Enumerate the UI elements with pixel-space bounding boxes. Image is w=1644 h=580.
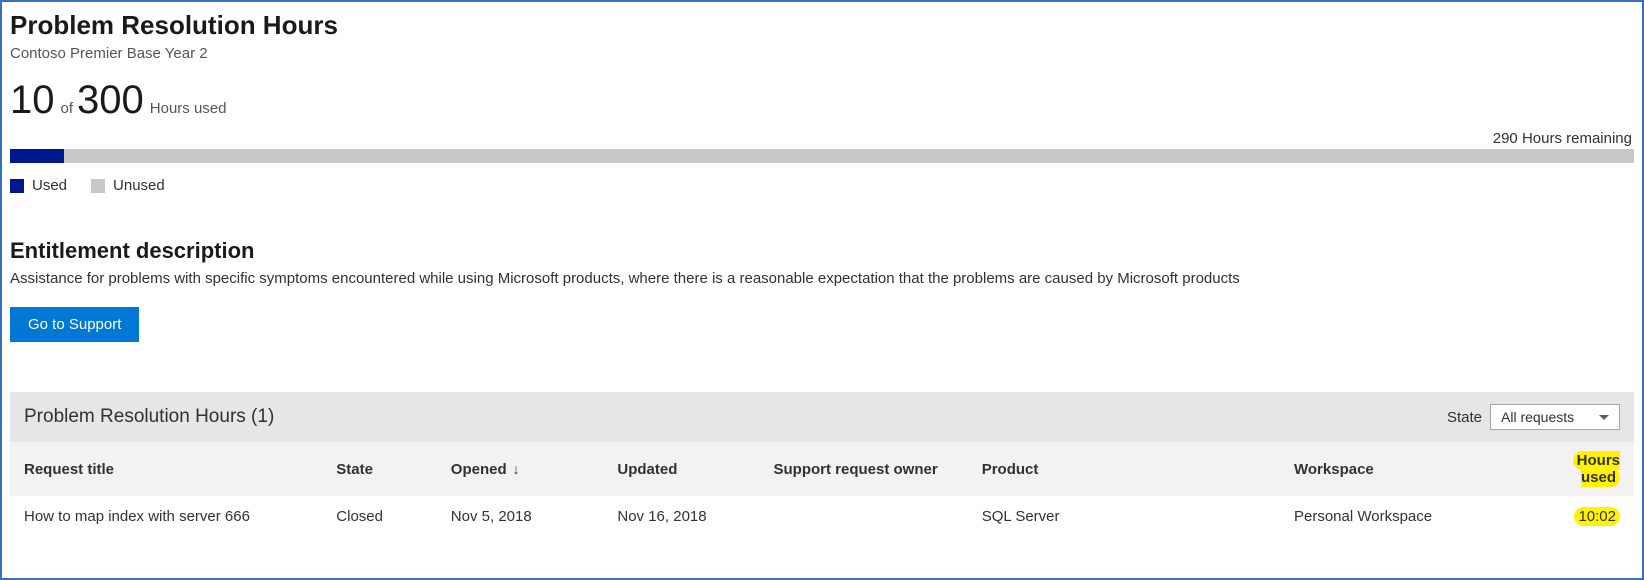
col-opened[interactable]: Opened ↓ xyxy=(437,442,604,496)
cell-hours-used-value: 10:02 xyxy=(1574,507,1620,526)
state-filter-dropdown[interactable]: All requests xyxy=(1490,404,1620,430)
col-hours-used[interactable]: Hours used xyxy=(1530,442,1634,496)
col-updated[interactable]: Updated xyxy=(603,442,759,496)
page-frame: Problem Resolution Hours Contoso Premier… xyxy=(0,0,1644,580)
cell-state: Closed xyxy=(322,496,437,537)
col-opened-label: Opened xyxy=(451,461,507,478)
col-state[interactable]: State xyxy=(322,442,437,496)
requests-table: Request title State Opened ↓ Updated Supp… xyxy=(10,442,1634,537)
hours-used-value: 10 xyxy=(10,80,55,120)
page-title: Problem Resolution Hours xyxy=(10,10,1634,41)
col-product[interactable]: Product xyxy=(968,442,1280,496)
cell-hours-used: 10:02 xyxy=(1530,496,1634,537)
usage-progress-bar xyxy=(10,149,1634,163)
hours-used-suffix: Hours used xyxy=(150,100,227,117)
swatch-used-icon xyxy=(10,179,24,193)
requests-panel-header: Problem Resolution Hours (1) State All r… xyxy=(10,392,1634,442)
table-header-row: Request title State Opened ↓ Updated Supp… xyxy=(10,442,1634,496)
state-filter: State All requests xyxy=(1447,404,1620,430)
col-workspace[interactable]: Workspace xyxy=(1280,442,1530,496)
legend-used-label: Used xyxy=(32,177,67,194)
cell-workspace: Personal Workspace xyxy=(1280,496,1530,537)
state-filter-label: State xyxy=(1447,409,1482,426)
cell-updated: Nov 16, 2018 xyxy=(603,496,759,537)
cell-owner xyxy=(760,496,968,537)
requests-panel-title: Problem Resolution Hours (1) xyxy=(24,406,274,428)
legend-unused-label: Unused xyxy=(113,177,165,194)
requests-panel: Problem Resolution Hours (1) State All r… xyxy=(10,392,1634,537)
cell-request-title: How to map index with server 666 xyxy=(10,496,322,537)
entitlement-heading: Entitlement description xyxy=(10,238,1634,264)
cell-opened: Nov 5, 2018 xyxy=(437,496,604,537)
hours-remaining: 290 Hours remaining xyxy=(10,130,1634,147)
swatch-unused-icon xyxy=(91,179,105,193)
usage-progress-used xyxy=(10,149,64,163)
legend-used: Used xyxy=(10,177,67,194)
col-hours-used-label: Hours used xyxy=(1573,451,1620,487)
cell-product: SQL Server xyxy=(968,496,1280,537)
state-filter-value: All requests xyxy=(1501,409,1574,425)
sort-descending-icon: ↓ xyxy=(513,461,520,477)
hours-total-value: 300 xyxy=(77,80,144,120)
go-to-support-button[interactable]: Go to Support xyxy=(10,307,139,342)
hours-of-label: of xyxy=(61,100,74,117)
page-subtitle: Contoso Premier Base Year 2 xyxy=(10,45,1634,62)
col-owner[interactable]: Support request owner xyxy=(760,442,968,496)
chevron-down-icon xyxy=(1599,415,1609,420)
legend-unused: Unused xyxy=(91,177,165,194)
hours-used-summary: 10 of 300 Hours used xyxy=(10,80,1634,120)
entitlement-text: Assistance for problems with specific sy… xyxy=(10,270,1634,287)
col-request-title[interactable]: Request title xyxy=(10,442,322,496)
table-row[interactable]: How to map index with server 666 Closed … xyxy=(10,496,1634,537)
usage-legend: Used Unused xyxy=(10,177,1634,194)
